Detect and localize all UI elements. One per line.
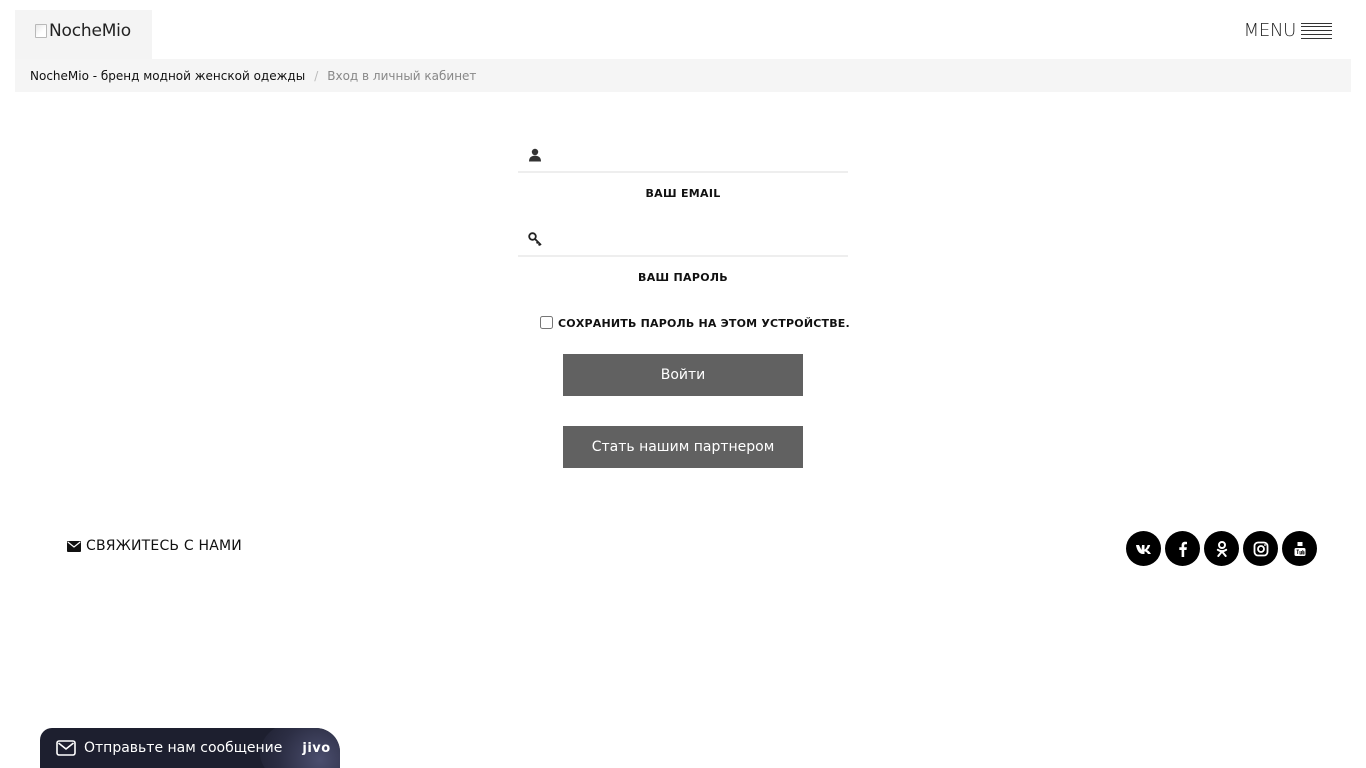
remember-checkbox[interactable] [540,315,553,329]
vk-icon [1135,544,1151,554]
user-icon [529,148,541,162]
contact-us-link[interactable]: СВЯЖИТЕСЬ С НАМИ [67,538,242,554]
youtube-link[interactable] [1282,531,1317,566]
password-label: ВАШ ПАРОЛЬ [638,271,728,284]
remember-password[interactable]: СОХРАНИТЬ ПАРОЛЬ НА ЭТОМ УСТРОЙСТВЕ. [540,314,850,330]
menu-button[interactable]: MENU [1244,20,1332,41]
login-form: ВАШ EMAIL ВАШ ПАРОЛЬ [518,138,848,284]
site-header: NocheMio MENU [15,10,1351,59]
breadcrumb-separator: / [314,68,319,83]
jivo-logo: jivo [302,740,331,756]
menu-label: MENU [1243,20,1297,41]
login-button[interactable]: Войти [563,354,803,396]
logo-image: NocheMio [35,21,131,41]
facebook-link[interactable] [1165,531,1200,566]
chat-label: Отправьте нам сообщение [84,740,283,756]
vk-link[interactable] [1126,531,1161,566]
youtube-icon [1294,541,1305,556]
site-logo[interactable]: NocheMio [15,10,152,59]
instagram-icon [1253,541,1268,556]
hamburger-icon [1301,22,1332,40]
breadcrumb-home-link[interactable]: NocheMio - бренд модной женской одежды [30,69,305,83]
remember-label: СОХРАНИТЬ ПАРОЛЬ НА ЭТОМ УСТРОЙСТВЕ. [558,317,850,330]
password-input[interactable] [554,222,844,255]
message-icon [56,740,76,756]
contact-us-label: СВЯЖИТЕСЬ С НАМИ [86,538,242,554]
social-links [1126,531,1317,566]
chat-widget[interactable]: Отправьте нам сообщение jivo [40,728,340,768]
breadcrumb-current: Вход в личный кабинет [327,68,477,83]
email-field-wrapper [518,138,848,173]
password-field-wrapper [518,222,848,257]
become-partner-button[interactable]: Стать нашим партнером [563,426,803,468]
email-label: ВАШ EMAIL [645,187,721,200]
odnoklassniki-link[interactable] [1204,531,1239,566]
odnoklassniki-icon [1216,540,1227,557]
envelope-icon [67,540,81,552]
instagram-link[interactable] [1243,531,1278,566]
logo-alt-text: NocheMio [49,21,131,41]
broken-image-icon [35,24,47,38]
facebook-icon [1178,541,1187,557]
key-icon [528,232,542,246]
breadcrumb: NocheMio - бренд модной женской одежды /… [15,59,1351,92]
email-input[interactable] [554,138,844,171]
